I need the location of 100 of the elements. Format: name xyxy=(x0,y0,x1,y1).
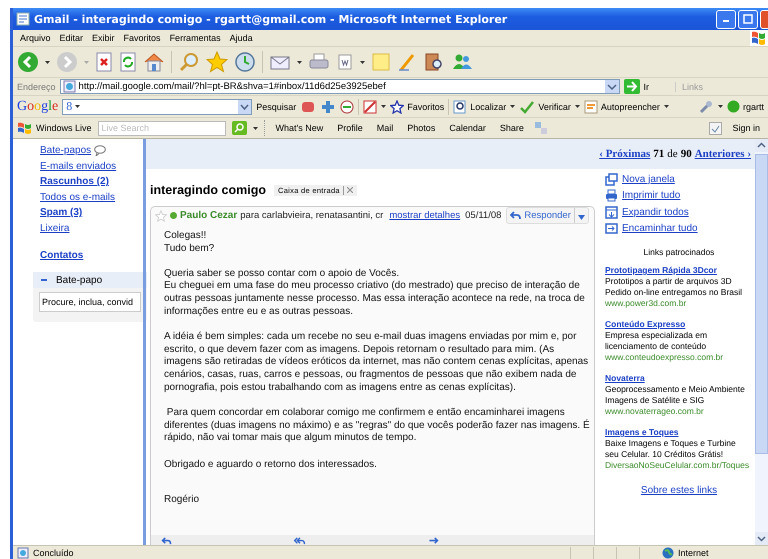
message-paragraph: Para quem concordar em colaborar comigo me confirmem e então encaminharei imagens diferentes (duas imagens no máximo) e as "regras" do que vocês poderão fazer nas imagens. É rápido, não vai tomar mais que algum minutos de tempo. xyxy=(164,406,591,446)
ad-title-link[interactable]: Conteúdo Expresso xyxy=(605,319,686,329)
caret-icon[interactable] xyxy=(718,105,723,108)
remove-icon[interactable] xyxy=(346,187,353,193)
spell-check-button[interactable]: Verificar xyxy=(519,100,571,114)
ad-title-link[interactable]: Imagens e Toques xyxy=(605,427,679,437)
scroll-up-icon[interactable] xyxy=(755,139,768,152)
folder-link[interactable]: Bate-papos xyxy=(40,145,92,156)
star-icon[interactable] xyxy=(206,51,228,73)
stop-icon[interactable] xyxy=(95,52,113,72)
go-arrow-icon[interactable] xyxy=(624,79,640,94)
caret-icon xyxy=(75,105,80,108)
folder-link[interactable]: Rascunhos (2) xyxy=(40,176,109,188)
refresh-icon[interactable] xyxy=(119,52,137,72)
search-button[interactable]: Pesquisar xyxy=(256,102,296,112)
caret-icon[interactable] xyxy=(360,60,365,64)
plus-icon[interactable] xyxy=(320,100,336,114)
menu-item[interactable]: Ajuda xyxy=(226,33,259,43)
menu-item[interactable]: Favoritos xyxy=(120,33,167,43)
more-options-button[interactable] xyxy=(574,208,588,223)
autofill-button[interactable]: Autopreencher xyxy=(584,100,660,114)
total-text: 90 xyxy=(680,148,692,160)
dropdown-icon[interactable] xyxy=(238,100,252,114)
checkbox-icon[interactable] xyxy=(709,122,722,134)
toolbar-link[interactable]: Mail xyxy=(372,123,398,133)
collapse-icon[interactable] xyxy=(40,276,48,284)
globe-icon xyxy=(662,547,674,559)
scrollbar[interactable] xyxy=(755,139,768,545)
printer-icon[interactable] xyxy=(605,189,618,202)
ad-text: Baixe Imagens e Toques e Turbine seu Celular. 10 Créditos Grátis! xyxy=(605,438,737,460)
maximize-button[interactable] xyxy=(738,10,758,28)
chat-search-field[interactable]: Procure, inclua, convid xyxy=(39,292,141,312)
toolbar-link[interactable]: Profile xyxy=(333,123,367,133)
address-field[interactable]: http://mail.google.com/mail/?hl=pt-BR&shva=1#inbox/11d6d25e3925ebef xyxy=(60,79,620,94)
scroll-thumb[interactable] xyxy=(755,154,768,454)
home-icon[interactable] xyxy=(143,52,165,72)
blocked-popup-icon[interactable] xyxy=(363,100,378,114)
google-search-field[interactable]: 8 xyxy=(62,98,252,114)
sign-in-link[interactable]: Sign in xyxy=(728,123,764,133)
action-link[interactable]: Nova janela xyxy=(622,174,675,185)
forward-arrow-icon[interactable] xyxy=(427,537,439,545)
scroll-down-icon[interactable] xyxy=(755,532,768,545)
find-button[interactable]: Localizar xyxy=(453,100,506,114)
caret-icon xyxy=(578,215,585,220)
reply-icon[interactable] xyxy=(161,537,173,545)
contacts-link[interactable]: Contatos xyxy=(40,250,143,261)
go-button[interactable]: Ir xyxy=(644,82,650,92)
toolbar-link[interactable]: Share xyxy=(496,123,528,133)
ad-title-link[interactable]: Novaterra xyxy=(605,373,645,383)
toolbar-link[interactable]: Calendar xyxy=(445,123,490,133)
action-link[interactable]: Imprimir tudo xyxy=(622,190,680,202)
pen-icon[interactable] xyxy=(397,52,417,72)
menu-item[interactable]: Ferramentas xyxy=(166,33,227,43)
caret-icon[interactable] xyxy=(252,126,258,130)
ad-text: Geoprocessamento e Meio Ambiente Imagens de Satélite e SIG xyxy=(605,384,746,406)
document-icon[interactable] xyxy=(336,53,354,71)
search-icon[interactable] xyxy=(232,121,247,135)
history-icon[interactable] xyxy=(234,51,256,73)
bookmarks-button[interactable]: Favoritos xyxy=(390,100,444,114)
folder-link[interactable]: Todos os e-mails xyxy=(40,192,116,203)
caret-icon[interactable] xyxy=(664,105,669,108)
caret-icon[interactable] xyxy=(510,105,516,108)
caret-icon[interactable] xyxy=(574,105,580,108)
details-link[interactable]: mostrar detalhes xyxy=(389,210,460,221)
star-icon[interactable] xyxy=(155,210,167,222)
folder-link[interactable]: E-mails enviados xyxy=(40,160,116,172)
subject-heading: interagindo comigo xyxy=(150,183,266,197)
action-link[interactable]: Expandir todos xyxy=(622,206,689,218)
people-icon[interactable] xyxy=(451,52,473,72)
about-links-link[interactable]: Sobre estes links xyxy=(605,485,753,496)
expand-icon[interactable] xyxy=(605,206,618,219)
minimize-button[interactable] xyxy=(716,10,736,28)
newer-link[interactable]: ‹ Próximas xyxy=(599,148,650,160)
forward-icon[interactable] xyxy=(605,222,618,236)
live-search-field[interactable]: Live Search xyxy=(98,120,226,136)
action-link[interactable]: Encaminhar tudo xyxy=(622,223,698,234)
older-link[interactable]: Anteriores › xyxy=(694,148,751,160)
reply-all-icon[interactable] xyxy=(293,537,307,545)
ad-title-link[interactable]: Prototipagem Rápida 3Dcor xyxy=(605,265,717,275)
menu-item[interactable]: Exibir xyxy=(89,33,121,43)
dropdown-icon[interactable] xyxy=(604,80,619,93)
folder-link[interactable]: Lixeira xyxy=(40,222,70,234)
pagerank-icon[interactable] xyxy=(340,100,354,114)
google-logo: Google xyxy=(17,98,58,114)
menu-item[interactable]: Editar xyxy=(56,33,90,43)
back-icon[interactable] xyxy=(17,51,39,73)
new-window-icon[interactable] xyxy=(605,172,618,186)
bookmark-plus-icon[interactable] xyxy=(300,100,316,114)
form-icon xyxy=(584,100,598,114)
menu-item[interactable]: Arquivo xyxy=(17,33,57,43)
windows-live-button[interactable]: Windows Live xyxy=(17,121,92,135)
caret-icon[interactable] xyxy=(45,60,50,64)
reply-icon xyxy=(510,211,522,220)
caret-icon[interactable] xyxy=(297,60,302,64)
account-button[interactable]: rgartt xyxy=(726,100,764,113)
folder-link[interactable]: Spam (3) xyxy=(40,207,82,218)
message-paragraph: A idéia é bem simples: cada um recebe no seu e-mail duas imagens enviadas por mim e, por escrito, o que devem fazer com as imagens. Depois retornam o resultado para mim. (As imagens são retiradas de vídeos eróticos da internet, mas não contem cenas explícitas, apenas cenários, casas, ruas, carros e pessoas, ou fragmentos de pessoas que não exibem nada de pornografia, pois estou trabalhando com as imagens entre as cenas explícitas). xyxy=(164,330,590,395)
toolbar-link[interactable]: What's New xyxy=(272,123,328,133)
caret-icon[interactable] xyxy=(381,105,386,108)
toolbar-link[interactable]: Photos xyxy=(403,123,440,133)
